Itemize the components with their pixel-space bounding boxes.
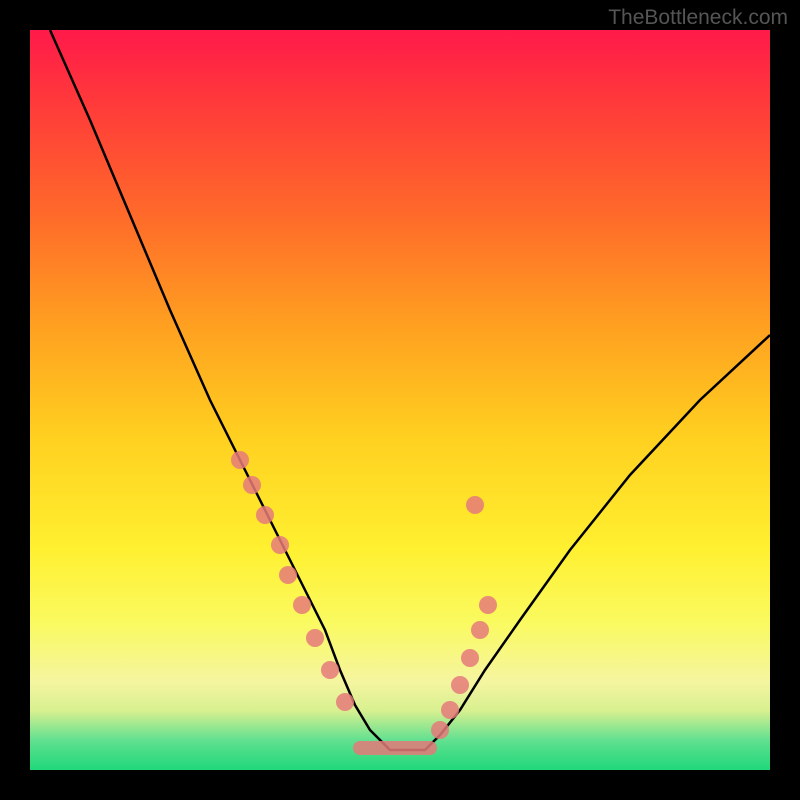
marker-dot: [451, 676, 469, 694]
marker-dot: [243, 476, 261, 494]
marker-dot: [479, 596, 497, 614]
marker-cluster-left: [231, 451, 354, 711]
bottleneck-curve: [50, 30, 770, 750]
curve-svg: [30, 30, 770, 770]
marker-dot: [231, 451, 249, 469]
marker-dot: [336, 693, 354, 711]
marker-dot: [279, 566, 297, 584]
marker-dot: [471, 621, 489, 639]
chart-frame: TheBottleneck.com: [0, 0, 800, 800]
marker-dot: [431, 721, 449, 739]
marker-dot: [461, 649, 479, 667]
marker-dot: [321, 661, 339, 679]
marker-dot: [271, 536, 289, 554]
plot-area: [30, 30, 770, 770]
marker-dot: [441, 701, 459, 719]
marker-dot: [293, 596, 311, 614]
marker-dot: [306, 629, 324, 647]
marker-dot: [256, 506, 274, 524]
watermark-text: TheBottleneck.com: [608, 6, 788, 30]
marker-dot: [466, 496, 484, 514]
